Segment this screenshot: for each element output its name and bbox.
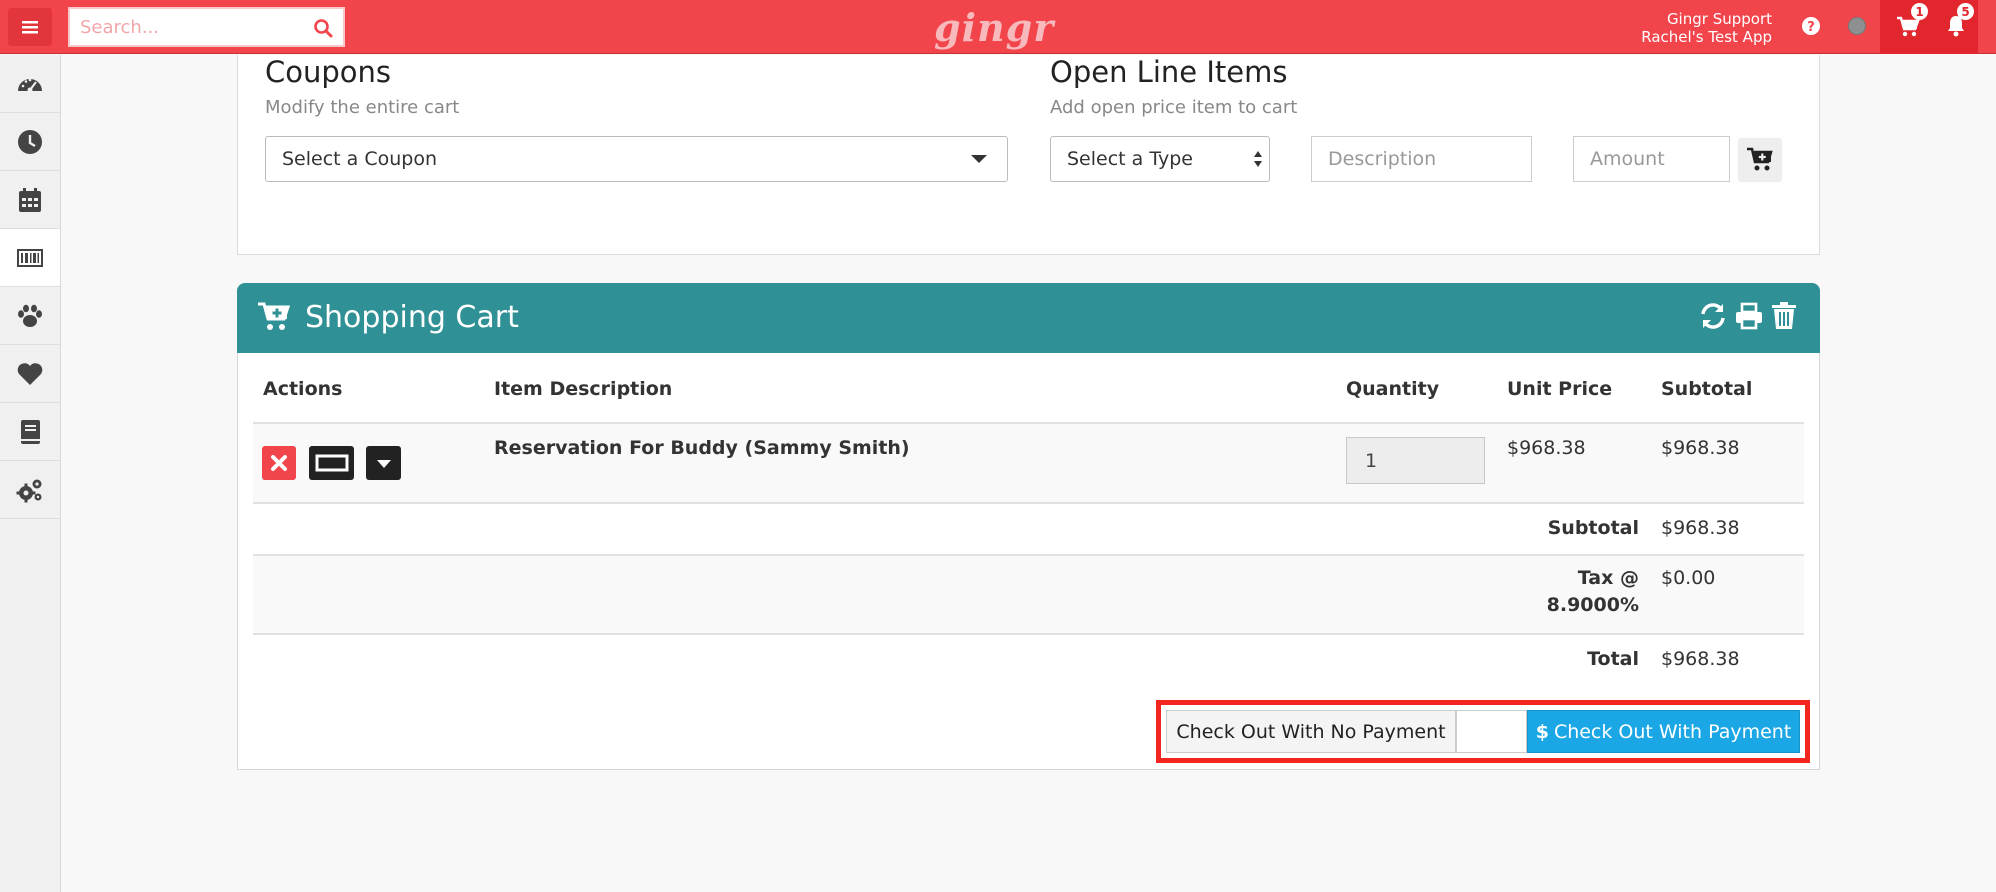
line-item-type-select[interactable]: Select a Type xyxy=(1050,136,1270,182)
cart-count-badge: 1 xyxy=(1911,3,1928,20)
updown-arrows-icon xyxy=(1254,151,1262,167)
open-line-items-title: Open Line Items xyxy=(1050,55,1288,89)
gingr-logo[interactable]: gingr xyxy=(934,5,1054,50)
trash-icon xyxy=(1772,302,1796,329)
paw-icon xyxy=(18,304,42,327)
column-header-quantity: Quantity xyxy=(1346,378,1440,400)
sidebar-item-pets[interactable] xyxy=(0,287,60,345)
checkout-with-payment-button[interactable]: $ Check Out With Payment xyxy=(1527,710,1800,753)
column-header-subtotal: Subtotal xyxy=(1661,378,1753,400)
subtotal-value: $968.38 xyxy=(1661,517,1740,539)
barcode-icon xyxy=(17,248,43,267)
item-options-dropdown[interactable] xyxy=(366,446,401,480)
column-header-description: Item Description xyxy=(494,378,673,400)
sidebar-item-reports[interactable] xyxy=(0,403,60,461)
search-input[interactable] xyxy=(70,9,343,45)
user-menu[interactable]: Gingr Support Rachel's Test App xyxy=(1641,10,1772,46)
amount-field xyxy=(1573,136,1730,182)
ticket-button[interactable] xyxy=(309,446,354,480)
remove-item-button[interactable] xyxy=(262,446,296,480)
coupon-select-value: Select a Coupon xyxy=(282,148,437,170)
sidebar-item-dashboard[interactable] xyxy=(0,55,60,113)
clock-icon xyxy=(18,129,42,154)
line-item-type-value: Select a Type xyxy=(1067,148,1193,170)
subtotal-row: Subtotal $968.38 xyxy=(253,504,1804,554)
status-indicator xyxy=(1848,17,1866,35)
description-input[interactable] xyxy=(1312,137,1531,181)
item-unit-price: $968.38 xyxy=(1507,437,1586,459)
item-subtotal: $968.38 xyxy=(1661,437,1740,459)
question-circle-icon: ? xyxy=(1802,17,1820,35)
checkout-button-spacer xyxy=(1456,710,1527,753)
heart-icon xyxy=(17,362,43,385)
total-label: Total xyxy=(1587,648,1639,670)
search-box xyxy=(68,7,345,47)
checkout-highlight: Check Out With No Payment $ Check Out Wi… xyxy=(1156,700,1810,763)
coupons-title: Coupons xyxy=(265,55,392,89)
help-button[interactable]: ? xyxy=(1798,13,1824,39)
top-bar: gingr Gingr Support Rachel's Test App ? … xyxy=(0,0,1996,54)
shopping-cart-title: Shopping Cart xyxy=(305,300,519,335)
shopping-cart-panel: Shopping Cart Actions Item Description Q… xyxy=(237,283,1820,770)
caret-down-icon xyxy=(376,460,391,468)
print-icon xyxy=(1736,302,1762,330)
tax-rate: 8.9000% xyxy=(1546,594,1639,616)
cart-plus-icon xyxy=(1747,147,1773,171)
svg-text:?: ? xyxy=(1807,20,1815,35)
quantity-input[interactable] xyxy=(1347,438,1484,483)
company-name: Rachel's Test App xyxy=(1641,28,1772,46)
cart-plus-icon xyxy=(258,302,291,330)
cart-modifiers-panel: Coupons Modify the entire cart Select a … xyxy=(237,55,1820,255)
column-header-unit-price: Unit Price xyxy=(1507,378,1613,400)
user-name: Gingr Support xyxy=(1666,10,1772,28)
notification-count-badge: 5 xyxy=(1957,3,1974,20)
total-row: Total $968.38 xyxy=(253,635,1804,685)
checkout-with-payment-label: Check Out With Payment xyxy=(1553,720,1792,743)
ticket-icon xyxy=(315,454,348,472)
sidebar xyxy=(0,55,61,892)
hamburger-icon xyxy=(22,21,38,34)
item-description: Reservation For Buddy (Sammy Smith) xyxy=(494,437,910,459)
print-cart-button[interactable] xyxy=(1732,299,1766,333)
checkout-no-payment-button[interactable]: Check Out With No Payment xyxy=(1166,710,1456,753)
dashboard-icon xyxy=(18,78,42,92)
refresh-cart-button[interactable] xyxy=(1696,299,1730,333)
column-header-actions: Actions xyxy=(263,378,343,400)
tax-label-line1: Tax @ xyxy=(1577,567,1639,589)
amount-input[interactable] xyxy=(1574,137,1729,181)
sidebar-item-calendar[interactable] xyxy=(0,171,60,229)
open-line-items-subtitle: Add open price item to cart xyxy=(1050,97,1298,118)
sidebar-item-clock[interactable] xyxy=(0,113,60,171)
shopping-cart-header: Shopping Cart xyxy=(237,283,1820,353)
table-row: Reservation For Buddy (Sammy Smith) $968… xyxy=(253,424,1804,503)
clear-cart-button[interactable] xyxy=(1767,299,1801,333)
tax-row: Tax @ 8.9000% $0.00 xyxy=(253,556,1804,633)
search-icon[interactable] xyxy=(313,18,333,38)
total-value: $968.38 xyxy=(1661,648,1740,670)
sidebar-item-pos[interactable] xyxy=(0,229,60,287)
quantity-field xyxy=(1346,437,1485,484)
tax-label: Tax @ 8.9000% xyxy=(1547,565,1639,619)
close-icon xyxy=(271,455,287,471)
tax-value: $0.00 xyxy=(1661,567,1716,589)
coupons-subtitle: Modify the entire cart xyxy=(265,97,460,118)
coupon-select[interactable]: Select a Coupon xyxy=(265,136,1008,182)
gears-icon xyxy=(16,479,42,502)
hamburger-menu-button[interactable] xyxy=(8,8,52,46)
dollar-icon: $ xyxy=(1535,720,1549,743)
cart-button[interactable]: 1 xyxy=(1880,0,1940,54)
caret-down-icon xyxy=(971,155,987,163)
add-line-item-button[interactable] xyxy=(1738,138,1782,182)
notifications-button[interactable]: 5 xyxy=(1940,0,1978,54)
refresh-icon xyxy=(1701,303,1725,329)
description-field xyxy=(1311,136,1532,182)
subtotal-label: Subtotal xyxy=(1547,517,1639,539)
sidebar-item-settings[interactable] xyxy=(0,461,60,519)
sidebar-item-favorites[interactable] xyxy=(0,345,60,403)
calendar-icon xyxy=(19,187,41,212)
book-icon xyxy=(21,419,40,444)
